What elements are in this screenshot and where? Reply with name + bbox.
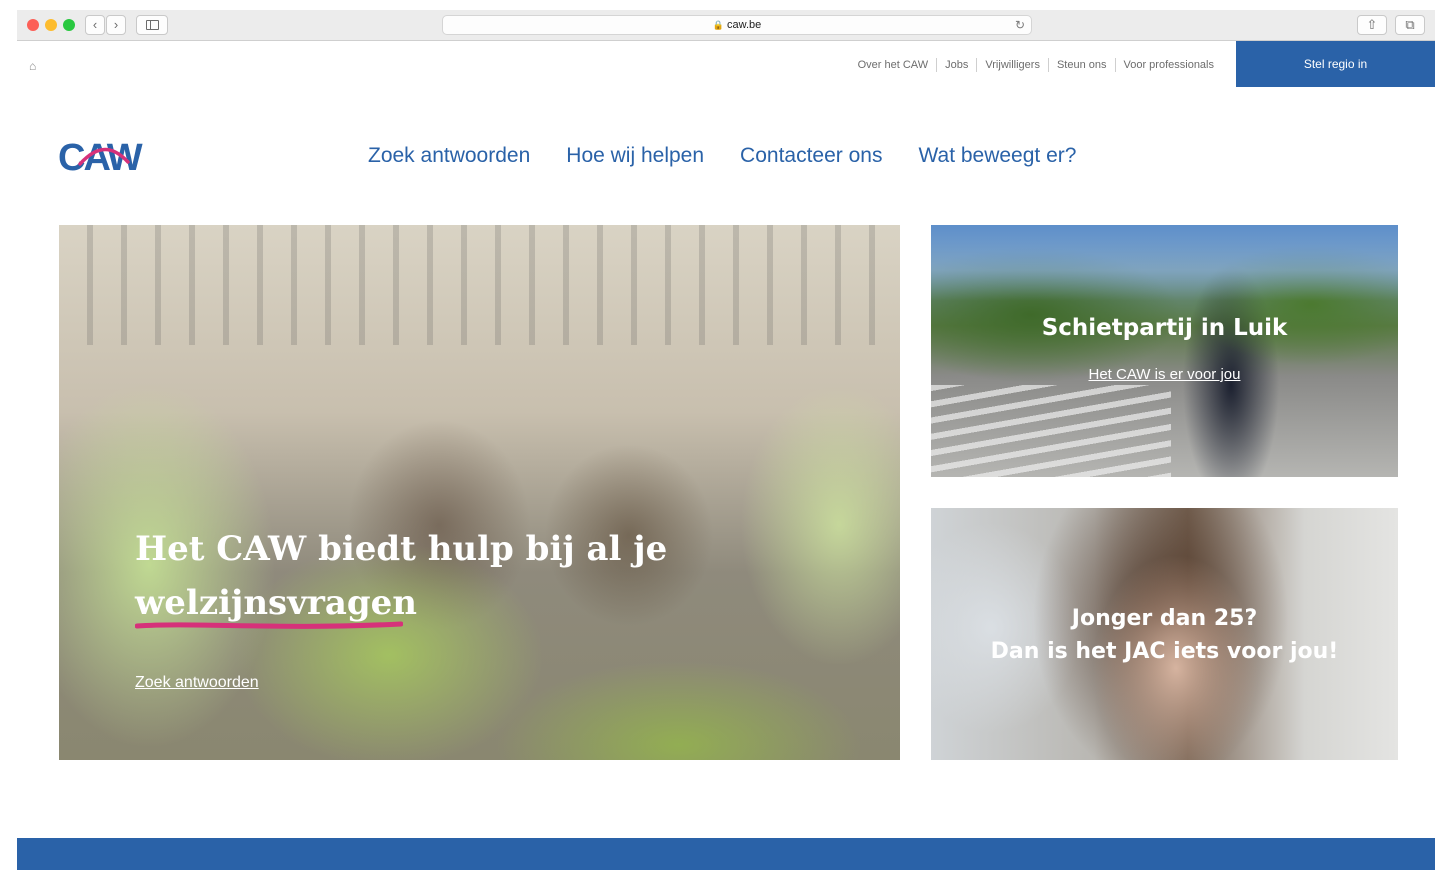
caw-logo[interactable]: CAW	[58, 134, 168, 178]
chevron-left-icon: ‹	[92, 17, 98, 32]
jac-card[interactable]: Jonger dan 25? Dan is het JAC iets voor …	[931, 508, 1398, 760]
util-link-voor-professionals[interactable]: Voor professionals	[1114, 58, 1223, 72]
nav-wat-beweegt-er[interactable]: Wat beweegt er?	[918, 144, 1076, 168]
news-card-title: Schietpartij in Luik	[1041, 315, 1288, 341]
utility-nav: Over het CAW Jobs Vrijwilligers Steun on…	[850, 58, 1222, 72]
card-image-crosswalk	[931, 385, 1171, 477]
util-link-vrijwilligers[interactable]: Vrijwilligers	[976, 58, 1048, 72]
chevron-right-icon: ›	[113, 17, 119, 32]
news-card-luik[interactable]: Schietpartij in Luik Het CAW is er voor …	[931, 225, 1398, 477]
tabs-overview-button[interactable]: ⧉	[1395, 15, 1425, 35]
tabs-icon: ⧉	[1405, 17, 1415, 32]
minimize-window-button[interactable]	[45, 19, 57, 31]
browser-toolbar: ‹ › 🔒 caw.be ↻ ⇧ ⧉	[17, 10, 1435, 41]
hero-image-windows	[59, 225, 900, 345]
footer-band	[17, 838, 1435, 870]
home-icon[interactable]: ⌂	[29, 59, 36, 73]
share-icon: ⇧	[1366, 17, 1378, 32]
share-button[interactable]: ⇧	[1357, 15, 1387, 35]
main-nav: Zoek antwoorden Hoe wij helpen Contactee…	[368, 144, 1076, 168]
util-link-steun-ons[interactable]: Steun ons	[1047, 58, 1115, 72]
util-link-over-het-caw[interactable]: Over het CAW	[850, 58, 937, 72]
hero-zoek-antwoorden-link[interactable]: Zoek antwoorden	[135, 674, 259, 692]
logo-text: CAW	[58, 137, 143, 178]
jac-card-title-line1: Jonger dan 25?	[1071, 606, 1258, 631]
jac-card-title: Jonger dan 25? Dan is het JAC iets voor …	[931, 602, 1398, 668]
close-window-button[interactable]	[27, 19, 39, 31]
util-link-jobs[interactable]: Jobs	[936, 58, 976, 72]
back-button[interactable]: ‹	[85, 15, 105, 35]
stel-regio-button[interactable]: Stel regio in	[1236, 41, 1435, 87]
nav-contacteer-ons[interactable]: Contacteer ons	[740, 144, 882, 168]
address-bar[interactable]: 🔒 caw.be ↻	[442, 15, 1032, 35]
hero-title: Het CAW biedt hulp bij al je welzijnsvra…	[135, 529, 668, 623]
nav-hoe-wij-helpen[interactable]: Hoe wij helpen	[566, 144, 704, 168]
lock-icon: 🔒	[712, 20, 724, 30]
reload-icon[interactable]: ↻	[1015, 16, 1025, 34]
hero-title-underline	[135, 621, 403, 629]
sidebar-toggle-button[interactable]	[136, 15, 168, 35]
forward-button[interactable]: ›	[106, 15, 126, 35]
sidebar-icon	[145, 20, 159, 30]
nav-zoek-antwoorden[interactable]: Zoek antwoorden	[368, 144, 530, 168]
maximize-window-button[interactable]	[63, 19, 75, 31]
hero-banner[interactable]: Het CAW biedt hulp bij al je welzijnsvra…	[59, 225, 900, 760]
news-card-link[interactable]: Het CAW is er voor jou	[931, 366, 1398, 383]
url-text: caw.be	[726, 19, 762, 31]
jac-card-title-line2: Dan is het JAC iets voor jou!	[990, 639, 1339, 664]
